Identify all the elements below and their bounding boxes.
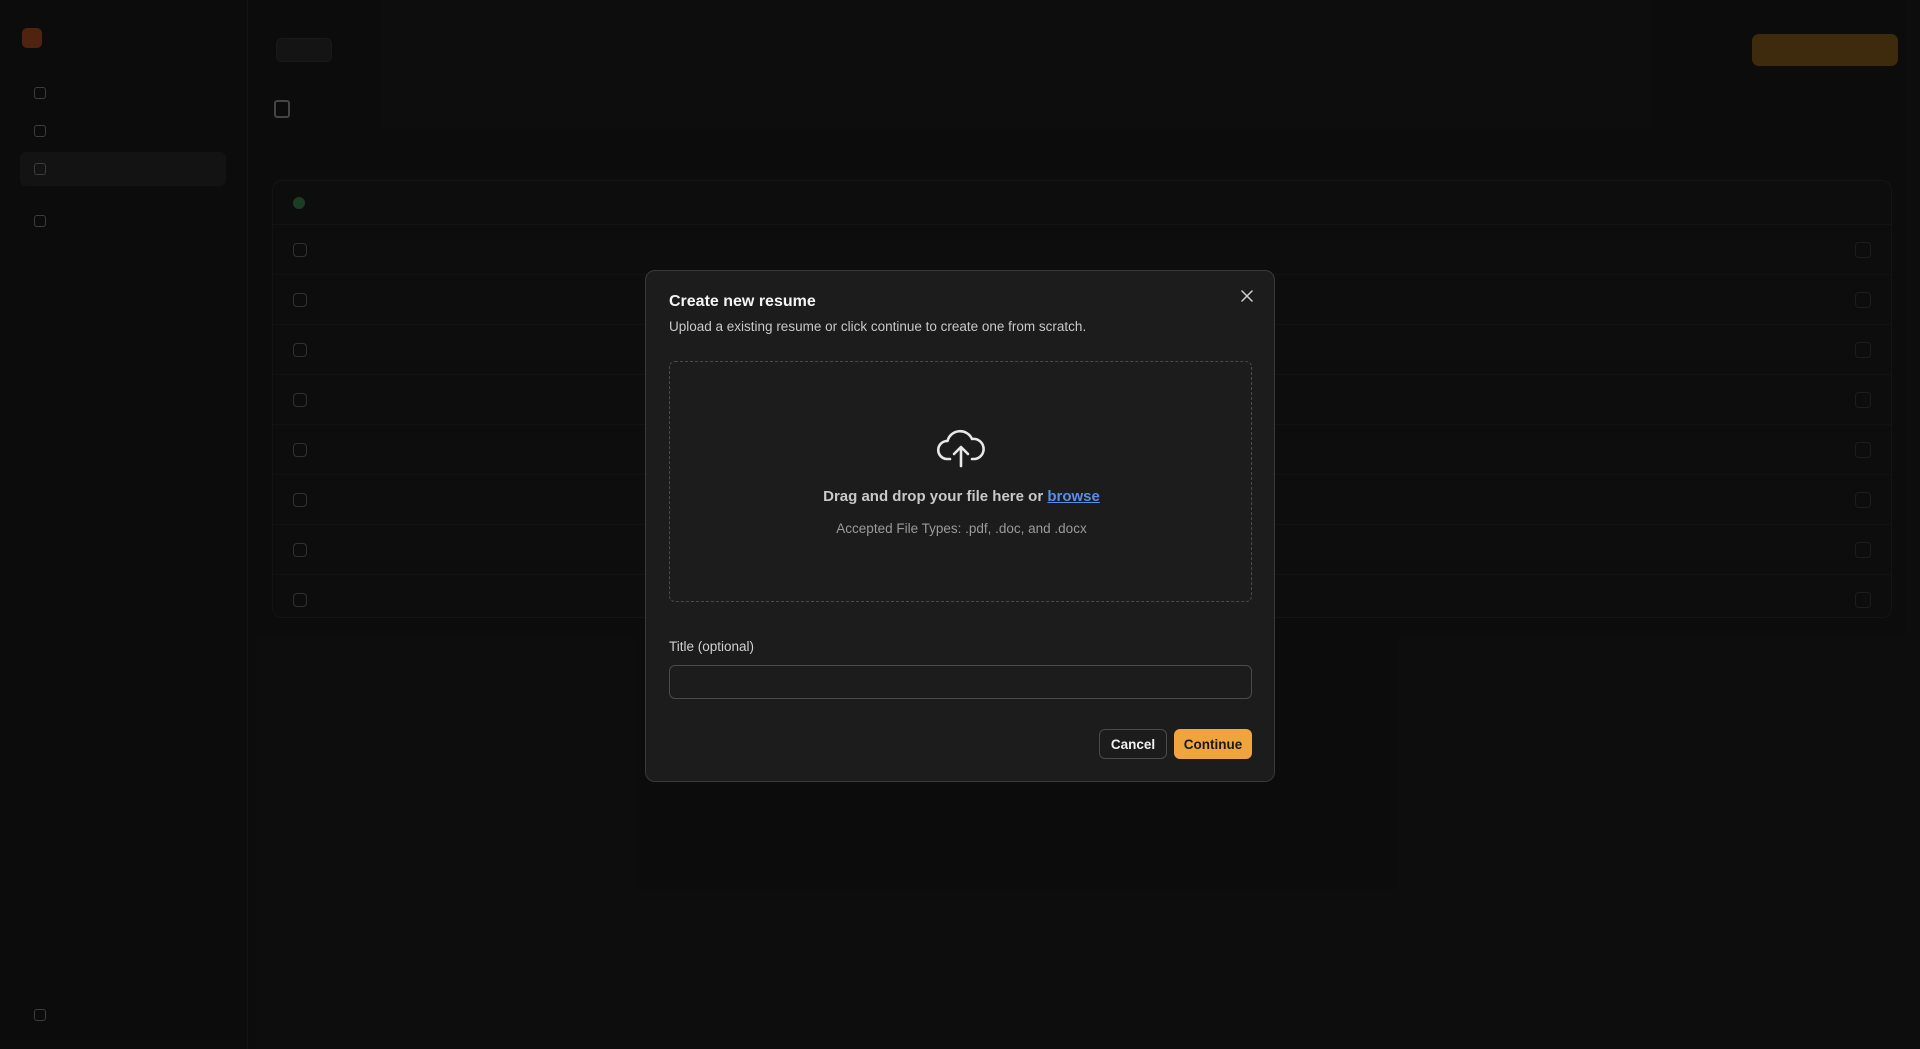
title-input[interactable]: [669, 665, 1252, 699]
app-background: Create new resume Upload a existing resu…: [0, 0, 1920, 1049]
title-field-label: Title (optional): [669, 639, 755, 654]
dropzone-text-prefix: Drag and drop your file here or: [823, 488, 1044, 505]
cloud-upload-icon: [936, 429, 985, 468]
dropzone-text: Drag and drop your file here or browse: [670, 488, 1253, 505]
file-dropzone[interactable]: Drag and drop your file here or browse A…: [669, 361, 1252, 602]
accepted-file-types: Accepted File Types: .pdf, .doc, and .do…: [836, 521, 1087, 536]
cancel-button[interactable]: Cancel: [1099, 729, 1167, 759]
dialog-subtitle: Upload a existing resume or click contin…: [669, 319, 1087, 334]
continue-button[interactable]: Continue: [1174, 729, 1252, 759]
close-button[interactable]: [1236, 285, 1258, 307]
close-icon: [1241, 290, 1253, 302]
dialog-title: Create new resume: [669, 293, 816, 310]
browse-link[interactable]: browse: [1047, 488, 1100, 505]
create-resume-dialog: Create new resume Upload a existing resu…: [645, 270, 1275, 782]
